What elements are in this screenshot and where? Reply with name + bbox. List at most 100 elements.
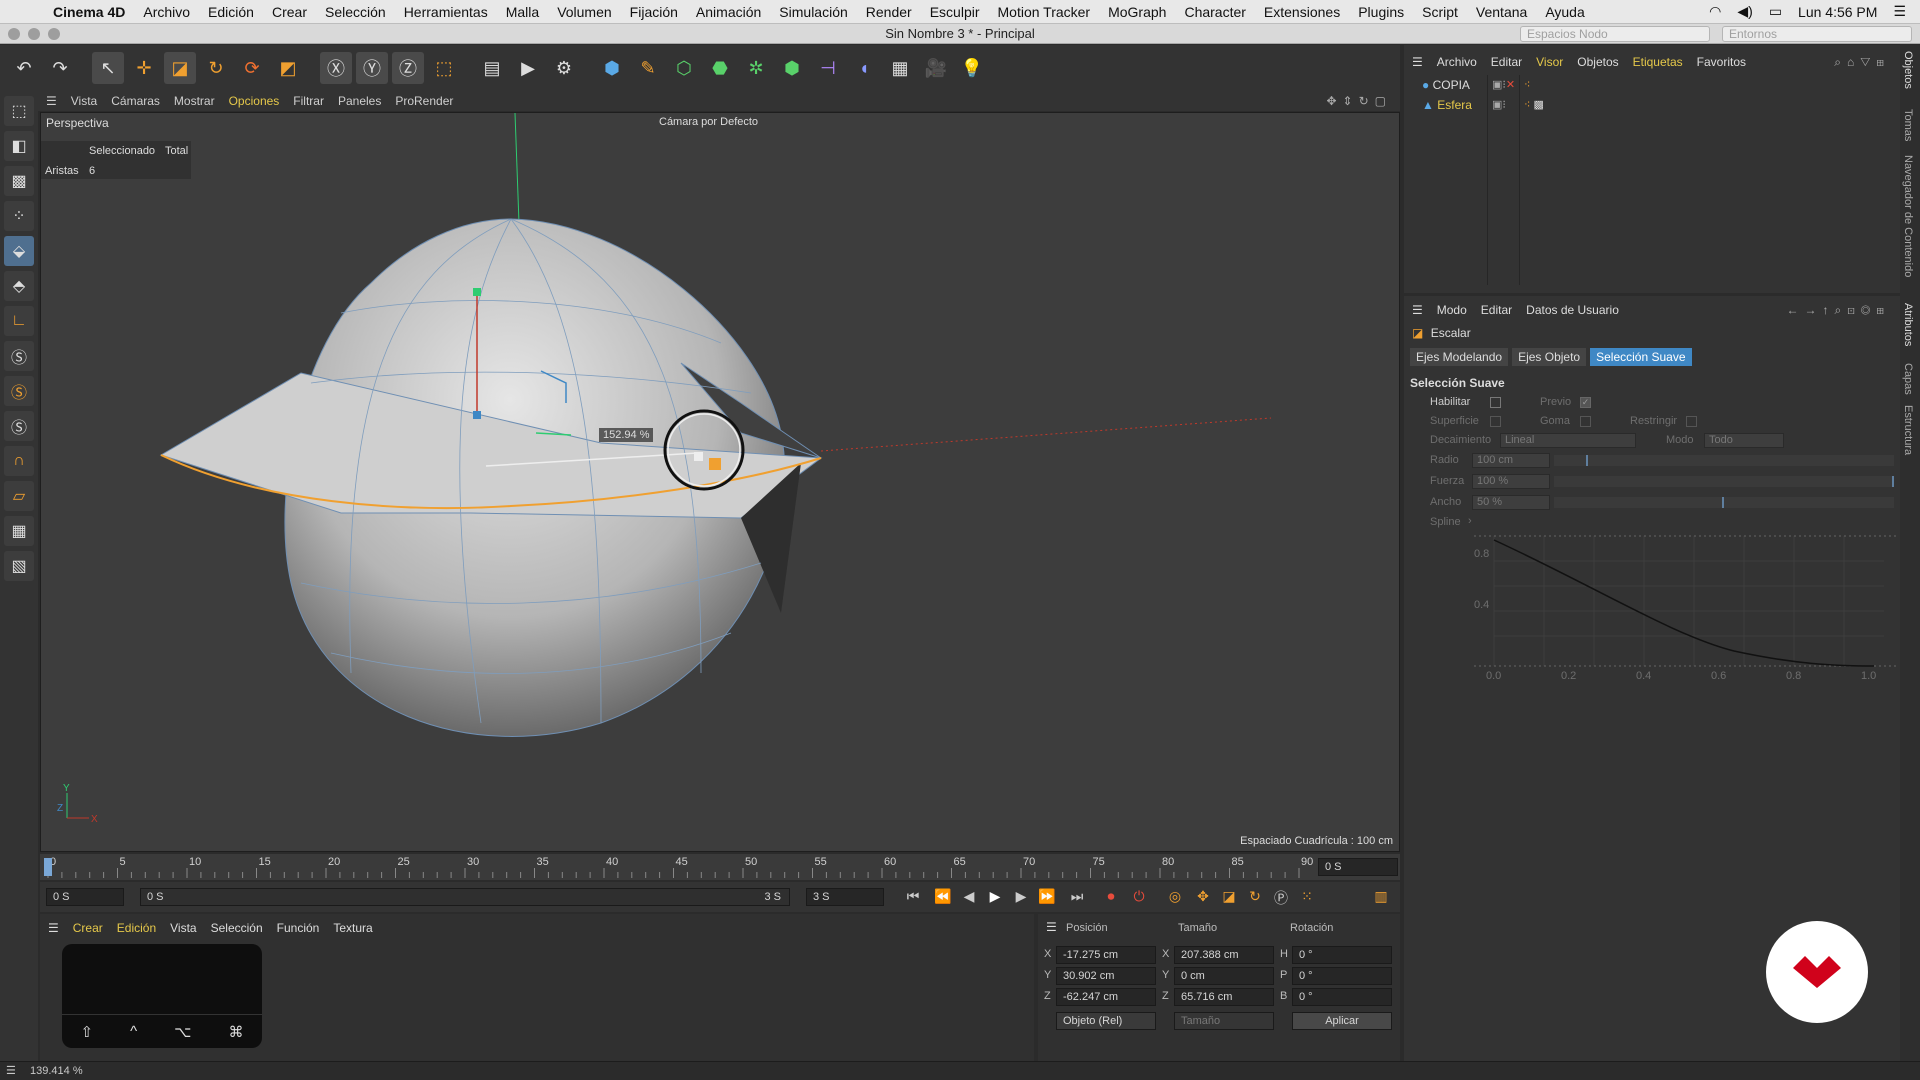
x-axis-lock-icon[interactable]: Ⓧ xyxy=(320,52,352,84)
falloff-curve[interactable] xyxy=(1493,539,1875,667)
material-menu-edicion[interactable]: Edición xyxy=(117,921,156,935)
parameter-key-icon[interactable]: Ⓟ xyxy=(1270,888,1292,908)
rot-b-field[interactable]: 0 ° xyxy=(1292,988,1392,1006)
edges-mode-icon[interactable]: ⬙ xyxy=(4,236,34,266)
material-menu-crear[interactable]: Crear xyxy=(73,921,103,935)
scale-key-icon[interactable]: ◪ xyxy=(1218,888,1240,908)
volume-icon[interactable]: ◀) xyxy=(1737,3,1752,20)
menu-herramientas[interactable]: Herramientas xyxy=(395,4,497,20)
objects-search-icon[interactable]: ⌕ xyxy=(1834,55,1847,69)
tab-ejes-objeto[interactable]: Ejes Objeto xyxy=(1512,348,1587,366)
menu-motion-tracker[interactable]: Motion Tracker xyxy=(989,4,1100,20)
render-picture-viewer-icon[interactable]: ▶ xyxy=(512,52,544,84)
model-mode-icon[interactable]: ◧ xyxy=(4,131,34,161)
object-row-copia[interactable]: ● COPIA xyxy=(1422,78,1470,92)
menu-ventana[interactable]: Ventana xyxy=(1467,4,1536,20)
clock[interactable]: Lun 4:56 PM xyxy=(1798,4,1877,20)
menu-character[interactable]: Character xyxy=(1175,4,1254,20)
keyframe-selection-icon[interactable]: ◎ xyxy=(1164,888,1186,908)
undo-icon[interactable]: ↶ xyxy=(8,52,40,84)
menu-animacion[interactable]: Animación xyxy=(687,4,770,20)
viewport-menu-opciones[interactable]: Opciones xyxy=(222,94,287,108)
fuerza-slider[interactable] xyxy=(1554,476,1894,487)
material-menu-textura[interactable]: Textura xyxy=(333,921,372,935)
attributes-new-view-icon[interactable]: ⊞ xyxy=(1876,303,1890,317)
pos-x-field[interactable]: -17.275 cm xyxy=(1056,946,1156,964)
wifi-icon[interactable]: ◠ xyxy=(1709,3,1721,20)
back-arrow-icon[interactable]: ← xyxy=(1786,303,1804,317)
sidetab-tomas[interactable]: Tomas xyxy=(1902,109,1914,141)
play-icon[interactable]: ▶ xyxy=(984,888,1006,908)
habilitar-checkbox[interactable] xyxy=(1490,397,1501,408)
object-row-esfera[interactable]: ▲ Esfera xyxy=(1422,98,1472,112)
viewport-menu-mostrar[interactable]: Mostrar xyxy=(167,94,222,108)
points-mode-icon[interactable]: ⁘ xyxy=(4,201,34,231)
radio-field[interactable]: 100 cm xyxy=(1472,453,1550,468)
timeline-ruler[interactable]: 0 5 10 15 20 25 30 35 40 45 50 55 60 65 70 75 80 85 90 0 S xyxy=(40,854,1400,880)
next-frame-icon[interactable]: ▶ xyxy=(1010,888,1032,908)
goto-end-icon[interactable]: ⏭ xyxy=(1066,888,1088,908)
copia-visibility-icon[interactable]: ▣⁝✕ xyxy=(1492,78,1515,91)
objects-menu-etiquetas[interactable]: Etiquetas xyxy=(1633,55,1683,69)
deformer-icon[interactable]: ⊣ xyxy=(812,52,844,84)
scale-tool-icon[interactable]: ◪ xyxy=(164,52,196,84)
polygons-mode-icon[interactable]: ⬘ xyxy=(4,271,34,301)
prev-key-icon[interactable]: ⏪ xyxy=(932,888,954,908)
copia-tag-icon[interactable]: ⁖ xyxy=(1524,78,1530,91)
apply-button[interactable]: Aplicar xyxy=(1292,1012,1392,1030)
status-menu-icon[interactable]: ☰ xyxy=(6,1064,16,1077)
viewport-rotate-icon[interactable]: ↻ xyxy=(1359,94,1375,108)
menu-fijacion[interactable]: Fijación xyxy=(621,4,687,20)
mograph-icon[interactable]: ⬢ xyxy=(776,52,808,84)
prev-frame-icon[interactable]: ◀ xyxy=(958,888,980,908)
spline-graph[interactable]: 0.8 0.4 0.0 0.2 0.4 0.6 0.8 1.0 xyxy=(1474,526,1899,686)
forward-arrow-icon[interactable]: → xyxy=(1804,303,1822,317)
preview-range-slider[interactable]: 0 S 3 S xyxy=(140,888,790,906)
coord-menu-icon[interactable]: ☰ xyxy=(1046,920,1057,934)
array-generator-icon[interactable]: ⬣ xyxy=(704,52,736,84)
select-tool-icon[interactable]: ↖ xyxy=(92,52,124,84)
menu-seleccion[interactable]: Selección xyxy=(316,4,395,20)
grid-workplane-icon[interactable]: ▦ xyxy=(4,516,34,546)
control-center-icon[interactable]: ☰ xyxy=(1893,3,1906,20)
menu-mograph[interactable]: MoGraph xyxy=(1099,4,1175,20)
app-menu[interactable]: Cinema 4D xyxy=(44,4,134,20)
material-menu-vista[interactable]: Vista xyxy=(170,921,196,935)
pla-key-icon[interactable]: ⁙ xyxy=(1296,888,1318,908)
sidetab-estructura[interactable]: Estructura xyxy=(1902,405,1914,455)
modo-dropdown[interactable]: Todo xyxy=(1704,433,1784,448)
redo-icon[interactable]: ↷ xyxy=(44,52,76,84)
objects-menu-favoritos[interactable]: Favoritos xyxy=(1697,55,1746,69)
fuerza-field[interactable]: 100 % xyxy=(1472,474,1550,489)
gizmo-y-handle[interactable] xyxy=(473,288,481,296)
objects-new-view-icon[interactable]: ⊞ xyxy=(1876,55,1890,69)
object-name-esfera[interactable]: Esfera xyxy=(1437,98,1472,112)
attributes-menu-datos[interactable]: Datos de Usuario xyxy=(1526,303,1619,317)
cube-primitive-icon[interactable]: ⬢ xyxy=(596,52,628,84)
pos-z-field[interactable]: -62.247 cm xyxy=(1056,988,1156,1006)
perspective-viewport[interactable]: Y X Z Perspectiva Cámara por Defecto Sel… xyxy=(40,112,1400,852)
attributes-menu-modo[interactable]: Modo xyxy=(1437,303,1467,317)
texture-mode-icon[interactable]: ▩ xyxy=(4,166,34,196)
floor-environment-icon[interactable]: ▦ xyxy=(884,52,916,84)
sidetab-capas[interactable]: Capas xyxy=(1902,363,1914,395)
solo-off-icon[interactable]: Ⓢ xyxy=(4,411,34,441)
esfera-visibility-icon[interactable]: ▣⁝ xyxy=(1492,98,1506,111)
viewport-menu-prorender[interactable]: ProRender xyxy=(388,94,460,108)
gizmo-z-handle[interactable] xyxy=(473,411,481,419)
attributes-menu-icon[interactable]: ☰ xyxy=(1412,303,1423,317)
viewport-menu-paneles[interactable]: Paneles xyxy=(331,94,388,108)
axis-mode-icon[interactable]: ∟ xyxy=(4,306,34,336)
menu-esculpir[interactable]: Esculpir xyxy=(921,4,989,20)
menu-render[interactable]: Render xyxy=(857,4,921,20)
rot-p-field[interactable]: 0 ° xyxy=(1292,967,1392,985)
start-frame-field[interactable]: 0 S xyxy=(46,888,124,906)
solo-icon[interactable]: Ⓢ xyxy=(4,341,34,371)
menu-archivo[interactable]: Archivo xyxy=(134,4,199,20)
environments-combo[interactable]: Entornos xyxy=(1722,26,1912,42)
lock-icon[interactable]: ⊡ xyxy=(1847,303,1861,317)
battery-icon[interactable]: ▭ xyxy=(1769,3,1782,20)
timeline-window-icon[interactable]: ▥ xyxy=(1370,888,1392,908)
light-icon[interactable]: 💡 xyxy=(956,52,988,84)
restringir-checkbox[interactable] xyxy=(1686,416,1697,427)
